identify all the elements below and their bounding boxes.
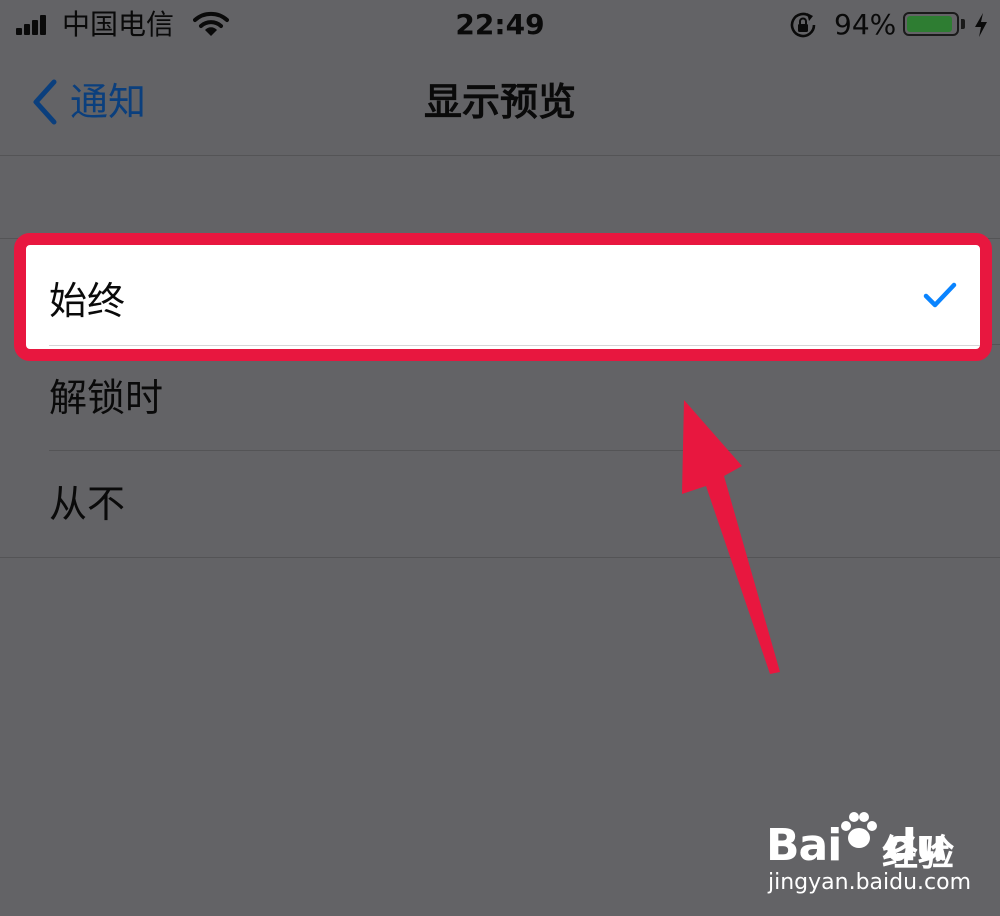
- option-label: 从不: [49, 482, 126, 526]
- annotation-arrow-icon: [682, 400, 780, 674]
- status-bar: 中国电信 22:49 94%: [0, 0, 1000, 52]
- rotation-lock-icon: [790, 12, 816, 38]
- page-title: 显示预览: [423, 80, 576, 124]
- baidu-jingyan-watermark: Bai du 经验 jingyan.baidu.com: [760, 800, 1000, 910]
- charging-bolt-icon: [975, 13, 987, 37]
- watermark-url: jingyan.baidu.com: [768, 870, 972, 895]
- option-row-never[interactable]: 从不: [0, 451, 1000, 557]
- highlighted-option-always[interactable]: 始终: [14, 233, 992, 361]
- row-divider: [49, 345, 980, 346]
- checkmark-icon: [923, 282, 957, 308]
- paw-icon: [841, 812, 877, 848]
- watermark-brand: 经验: [882, 833, 955, 874]
- option-label-selected: 始终: [49, 279, 126, 323]
- battery-percent: 94%: [834, 8, 897, 41]
- battery-icon: [903, 12, 959, 36]
- battery-fill: [907, 16, 953, 32]
- navigation-bar: 通知 显示预览: [0, 52, 1000, 156]
- battery-nub: [961, 19, 965, 29]
